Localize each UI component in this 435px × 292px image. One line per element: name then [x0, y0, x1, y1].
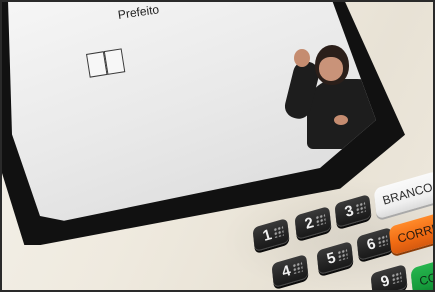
- interpreter-hand-2: [334, 115, 348, 125]
- digit-box-2: [103, 48, 126, 75]
- confirma-label: CO: [417, 269, 435, 289]
- interpreter-hand: [294, 49, 310, 67]
- screen-title: Prefeito: [117, 2, 160, 22]
- key-6-label: 6: [364, 235, 378, 254]
- braille-dots-icon: [391, 271, 402, 285]
- braille-dots-icon: [273, 225, 284, 239]
- key-5-label: 5: [324, 249, 338, 268]
- key-2-label: 2: [302, 214, 316, 233]
- corrige-label: CORRIG: [395, 219, 435, 246]
- key-4-label: 4: [279, 262, 293, 281]
- braille-dots-icon: [337, 248, 348, 262]
- branco-label: BRANCO: [380, 179, 435, 208]
- interpreter-face: [319, 57, 343, 81]
- candidate-number-boxes: [86, 47, 133, 78]
- braille-dots-icon: [315, 213, 326, 227]
- key-3-label: 3: [342, 202, 356, 221]
- braille-dots-icon: [355, 201, 366, 215]
- braille-dots-icon: [292, 261, 303, 275]
- key-1-label: 1: [260, 226, 274, 245]
- voting-machine-photo: Prefeito 1 2 3 4 5 6 9 BRANCO CORRIG CO: [0, 0, 435, 292]
- braille-dots-icon: [377, 234, 388, 248]
- key-9-label: 9: [378, 272, 392, 291]
